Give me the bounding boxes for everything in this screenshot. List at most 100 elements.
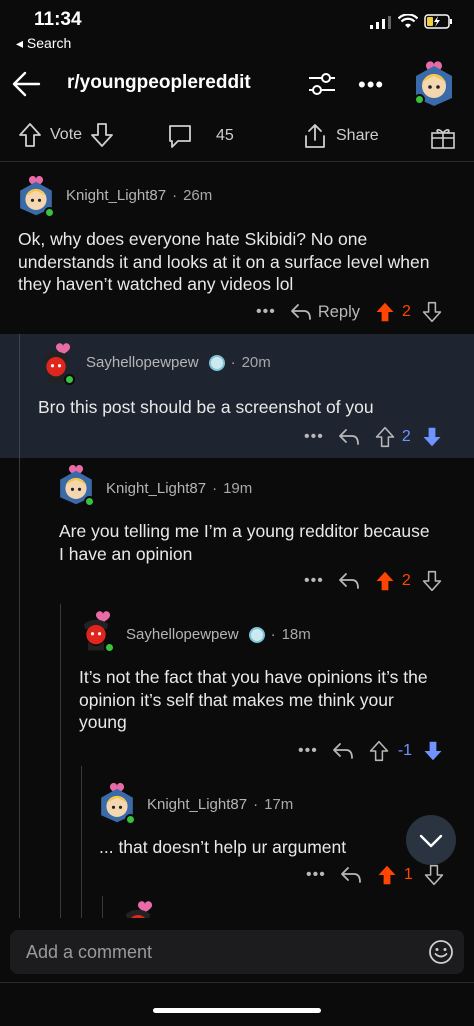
upvote-icon[interactable] [374, 301, 396, 323]
separator-dot: · [253, 796, 259, 813]
back-to-app-link[interactable]: ◂ Search [16, 35, 71, 52]
comment-age: 19m [223, 480, 253, 497]
comment-age: 20m [241, 354, 271, 371]
online-indicator [84, 496, 95, 507]
comment-text: ... that doesn’t help ur argument [99, 837, 347, 857]
online-indicator [64, 374, 75, 385]
online-indicator [414, 94, 425, 105]
thread-line [19, 334, 20, 458]
comment-header: Knight_Light87 · 26m [66, 187, 212, 204]
comment-score: 2 [402, 303, 411, 320]
reply-label: Reply [317, 302, 360, 321]
comment-text: It’s not the fact that you have opinions… [79, 667, 428, 732]
user-avatar[interactable] [412, 58, 456, 113]
subreddit-title[interactable]: r/youngpeoplereddit [67, 72, 251, 94]
comment-header: Knight_Light87 · 17m [147, 796, 293, 813]
comment: Knight_Light87 · 17m ... that doesn’t he… [0, 774, 474, 896]
share-icon [305, 124, 325, 148]
comment-avatar[interactable] [76, 610, 116, 653]
back-arrow-icon[interactable] [10, 68, 42, 100]
online-indicator [44, 207, 55, 218]
scroll-down-button[interactable] [406, 815, 456, 865]
comment-actions: ••• 2 [304, 426, 443, 448]
online-indicator [104, 642, 115, 653]
comment-header: Knight_Light87 · 19m [106, 480, 252, 497]
comment-count: 45 [216, 127, 234, 144]
downvote-icon[interactable] [421, 426, 443, 448]
emoji-icon[interactable] [428, 939, 454, 965]
flair-icon [208, 354, 225, 371]
downvote-icon[interactable] [90, 122, 114, 148]
comment-age: 17m [264, 796, 294, 813]
more-icon[interactable]: ••• [298, 742, 318, 760]
upvote-icon[interactable] [374, 570, 396, 592]
upvote-icon[interactable] [374, 426, 396, 448]
upvote-icon[interactable] [18, 122, 42, 148]
comment-avatar[interactable] [16, 173, 56, 218]
comment-actions: ••• 1 [306, 864, 445, 886]
reply-icon[interactable] [338, 572, 360, 590]
filter-icon[interactable] [307, 70, 337, 98]
comment-header: Sayhellopewpew · 18m [126, 626, 311, 643]
comment-author[interactable]: Knight_Light87 [147, 796, 247, 813]
more-options-icon[interactable]: ••• [358, 72, 384, 98]
more-icon[interactable]: ••• [304, 572, 324, 590]
flair-icon [248, 626, 265, 643]
status-icons [370, 14, 454, 29]
status-bar: 11:34 ◂ Search [0, 0, 474, 58]
more-icon[interactable]: ••• [306, 866, 326, 884]
vote-label: Vote [50, 126, 83, 143]
comment-avatar[interactable] [36, 342, 76, 385]
comment-score: -1 [397, 742, 413, 759]
signal-icon [370, 15, 391, 29]
top-nav: r/youngpeoplereddit ••• [0, 58, 474, 110]
comment-composer[interactable]: Add a comment [10, 930, 464, 974]
online-indicator [125, 814, 136, 825]
separator-dot: · [270, 626, 276, 643]
comment-avatar[interactable] [56, 462, 96, 507]
comment-author[interactable]: Knight_Light87 [66, 187, 166, 204]
downvote-icon[interactable] [423, 864, 445, 886]
more-icon[interactable]: ••• [256, 303, 276, 321]
reply-icon[interactable] [338, 428, 360, 446]
upvote-icon[interactable] [376, 864, 398, 886]
share-button[interactable]: Share [302, 122, 379, 150]
post-action-bar: Vote 45 Share [0, 112, 474, 162]
separator-dot: · [230, 354, 236, 371]
wifi-icon [398, 14, 418, 28]
comment-author[interactable]: Knight_Light87 [106, 480, 206, 497]
reply-icon[interactable] [332, 742, 354, 760]
battery-charging-icon [424, 14, 452, 29]
chevron-down-icon [419, 834, 443, 848]
divider [0, 982, 474, 983]
downvote-icon[interactable] [421, 570, 443, 592]
comment-age: 26m [183, 187, 213, 204]
separator-dot: · [212, 480, 218, 497]
comment-score: 2 [401, 572, 411, 589]
comment-score: 1 [403, 866, 413, 883]
upvote-icon[interactable] [368, 740, 390, 762]
comment: Knight_Light87 · 26m Ok, why does everyo… [0, 163, 474, 333]
comment-score: 2 [401, 428, 411, 445]
downvote-icon[interactable] [421, 301, 443, 323]
comment-icon [169, 125, 191, 148]
reply-button[interactable]: Reply [290, 303, 360, 322]
reply-icon[interactable] [340, 866, 362, 884]
comment-header: Sayhellopewpew · 20m [86, 354, 271, 371]
share-label: Share [336, 127, 379, 144]
home-indicator[interactable] [153, 1008, 321, 1013]
comment-actions: ••• Reply 2 [256, 301, 443, 323]
comment-actions: ••• 2 [304, 570, 443, 592]
comment-text: Bro this post should be a screenshot of … [38, 397, 374, 417]
more-icon[interactable]: ••• [304, 428, 324, 446]
comment-text: Ok, why does everyone hate Skibidi? No o… [18, 229, 430, 294]
comment-author[interactable]: Sayhellopewpew [86, 354, 199, 371]
downvote-icon[interactable] [422, 740, 444, 762]
comment-author[interactable]: Sayhellopewpew [126, 626, 239, 643]
comment-input-placeholder[interactable]: Add a comment [26, 942, 152, 963]
separator-dot: · [172, 187, 178, 204]
comments-button[interactable]: 45 [166, 122, 234, 150]
award-icon[interactable] [430, 124, 456, 150]
comment-avatar[interactable] [97, 780, 137, 825]
comment: Sayhellopewpew · 18m It’s not the fact t… [0, 604, 474, 774]
